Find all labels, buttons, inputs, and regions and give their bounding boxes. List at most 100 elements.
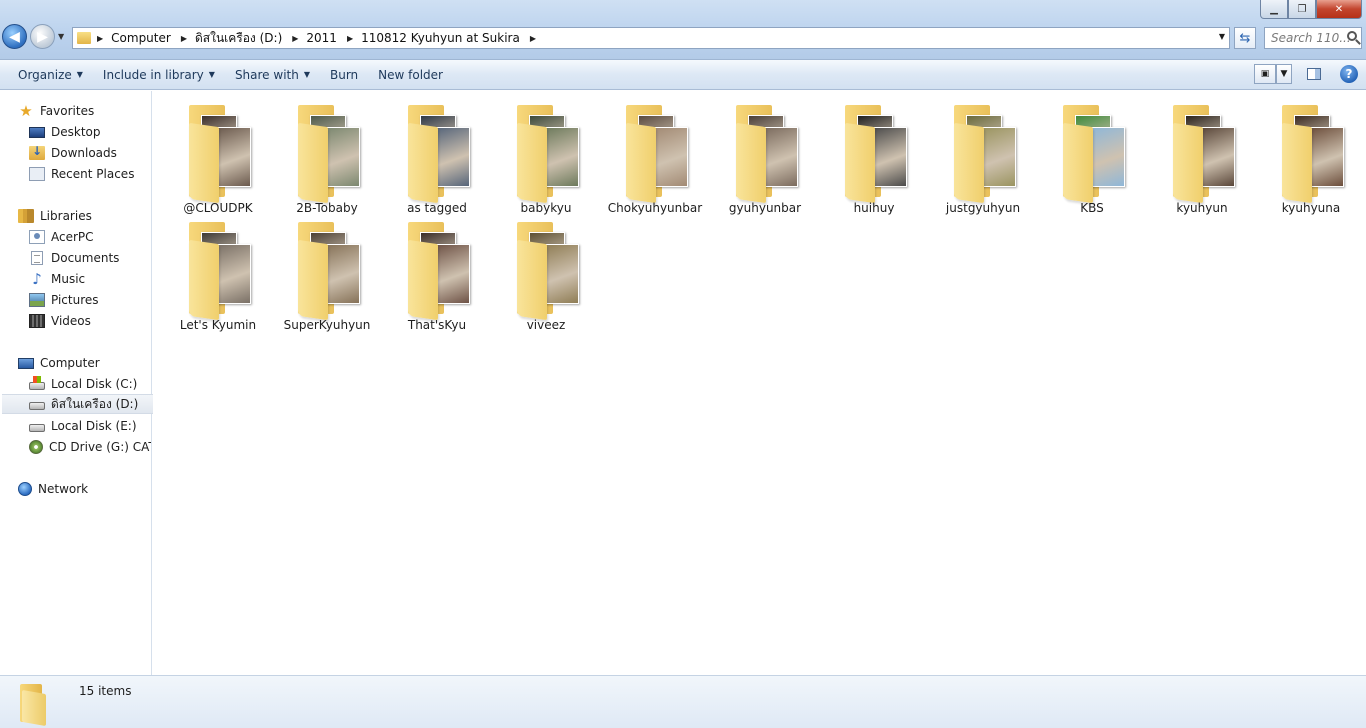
folder-thumbnail-icon <box>845 105 907 204</box>
folder-thumbnail-icon <box>517 222 579 321</box>
folder-thumbnail-icon <box>189 222 251 321</box>
chevron-right-icon[interactable]: ▶ <box>97 34 103 43</box>
close-button[interactable]: ✕ <box>1316 0 1362 19</box>
system-drive-icon <box>29 376 45 390</box>
address-history-dropdown-icon[interactable]: ▼ <box>1219 32 1225 41</box>
folder-item[interactable]: kyuhyun <box>1147 97 1257 215</box>
back-button[interactable]: ◀ <box>2 24 27 49</box>
nav-item-computer[interactable]: Computer <box>18 353 169 373</box>
nav-item-disk-d[interactable]: ดิสในเครือง (D:) <box>2 394 153 414</box>
photo-thumbnail <box>652 127 688 187</box>
folder-item[interactable]: as tagged <box>382 97 492 215</box>
folder-item[interactable]: huihuy <box>819 97 929 215</box>
folder-item[interactable]: gyuhyunbar <box>710 97 820 215</box>
folder-thumbnail-icon <box>954 105 1016 204</box>
nav-item-favorites[interactable]: ★ Favorites <box>18 101 169 121</box>
photo-thumbnail <box>1308 127 1344 187</box>
folder-name: SuperKyuhyun <box>283 318 371 332</box>
folder-name: @CLOUDPK <box>183 201 253 215</box>
nav-label: Desktop <box>51 125 101 139</box>
folder-thumbnail-icon <box>298 105 360 204</box>
chevron-right-icon[interactable]: ▶ <box>181 34 187 43</box>
preview-pane-icon <box>1307 68 1321 80</box>
folder-item[interactable]: viveez <box>491 214 601 332</box>
include-in-library-menu[interactable]: Include in library ▼ <box>93 68 225 82</box>
breadcrumb-computer[interactable]: Computer <box>111 31 171 45</box>
nav-label: Documents <box>51 251 120 265</box>
burn-button[interactable]: Burn <box>320 68 368 82</box>
chevron-down-icon: ▼ <box>208 70 215 79</box>
user-library-icon <box>29 230 45 244</box>
nav-label: Pictures <box>51 293 99 307</box>
folder-item[interactable]: justgyuhyun <box>928 97 1038 215</box>
desktop-icon <box>29 126 45 138</box>
folder-item[interactable]: kyuhyuna <box>1256 97 1366 215</box>
nav-item-network[interactable]: Network <box>18 479 169 499</box>
share-with-menu[interactable]: Share with ▼ <box>225 68 320 82</box>
maximize-button[interactable]: ❐ <box>1288 0 1316 19</box>
photo-thumbnail <box>434 127 470 187</box>
folder-name: babykyu <box>520 201 572 215</box>
breadcrumb: ▶ Computer ▶ ดิสในเครือง (D:) ▶ 2011 ▶ 1… <box>97 29 544 48</box>
chevron-right-icon[interactable]: ▶ <box>347 34 353 43</box>
folder-icon <box>20 684 52 727</box>
search-icon[interactable] <box>1347 31 1357 41</box>
nav-label: AcerPC <box>51 230 94 244</box>
nav-label: Favorites <box>40 104 95 118</box>
folder-item[interactable]: babykyu <box>491 97 601 215</box>
photo-thumbnail <box>543 127 579 187</box>
nav-item-cd-drive[interactable]: CD Drive (G:) CAT ( <box>29 437 151 457</box>
breadcrumb-drive-d[interactable]: ดิสในเครือง (D:) <box>195 29 282 48</box>
folder-item[interactable]: KBS <box>1037 97 1147 215</box>
folder-thumbnail-icon <box>1282 105 1344 204</box>
view-options-dropdown[interactable]: ▼ <box>1276 64 1292 84</box>
folder-item[interactable]: Let's Kyumin <box>163 214 273 332</box>
file-list: @CLOUDPK 2B-Tobaby as tagged babykyu Chokyuh… <box>153 91 1366 675</box>
folder-thumbnail-icon <box>1063 105 1125 204</box>
folder-item[interactable]: SuperKyuhyun <box>272 214 382 332</box>
search-input[interactable]: Search 110... <box>1264 27 1362 49</box>
breadcrumb-current-folder[interactable]: 110812 Kyuhyun at Sukira <box>361 31 520 45</box>
folder-thumbnail-icon <box>408 105 470 204</box>
address-bar[interactable]: ▶ Computer ▶ ดิสในเครือง (D:) ▶ 2011 ▶ 1… <box>72 27 1230 49</box>
folder-name: kyuhyuna <box>1281 201 1341 215</box>
change-view-button[interactable]: ▣ <box>1254 64 1276 84</box>
folder-item[interactable]: @CLOUDPK <box>163 97 273 215</box>
folder-name: justgyuhyun <box>945 201 1021 215</box>
hard-drive-icon <box>29 402 45 410</box>
chevron-down-icon: ▼ <box>1280 69 1288 79</box>
minimize-button[interactable]: ▁ <box>1260 0 1288 19</box>
photo-thumbnail <box>324 127 360 187</box>
forward-button[interactable]: ▶ <box>30 24 55 49</box>
refresh-button[interactable]: ⇆ <box>1234 27 1256 49</box>
photo-thumbnail <box>324 244 360 304</box>
chevron-right-icon[interactable]: ▶ <box>530 34 536 43</box>
folder-name: That'sKyu <box>407 318 467 332</box>
folder-name: viveez <box>526 318 566 332</box>
downloads-icon <box>29 144 45 160</box>
chevron-down-icon: ▼ <box>303 70 310 79</box>
folder-item[interactable]: Chokyuhyunbar <box>600 97 710 215</box>
recent-places-icon <box>29 167 45 181</box>
breadcrumb-2011[interactable]: 2011 <box>306 31 337 45</box>
chevron-right-icon[interactable]: ▶ <box>292 34 298 43</box>
search-placeholder: Search 110... <box>1271 31 1351 45</box>
folder-name: Let's Kyumin <box>179 318 257 332</box>
nav-label: Computer <box>40 356 100 370</box>
folder-name: as tagged <box>407 201 467 215</box>
recent-pages-dropdown-icon[interactable]: ▼ <box>58 32 64 41</box>
network-globe-icon <box>18 482 32 496</box>
folder-item[interactable]: That'sKyu <box>382 214 492 332</box>
nav-label: ดิสในเครือง (D:) <box>51 396 139 411</box>
photo-thumbnail <box>980 127 1016 187</box>
help-icon[interactable]: ? <box>1340 65 1358 83</box>
organize-menu[interactable]: Organize ▼ <box>8 68 93 82</box>
libraries-icon <box>18 209 34 223</box>
nav-label: Videos <box>51 314 91 328</box>
new-folder-button[interactable]: New folder <box>368 68 453 82</box>
folder-item[interactable]: 2B-Tobaby <box>272 97 382 215</box>
folder-thumbnail-icon <box>626 105 688 204</box>
nav-item-libraries[interactable]: Libraries <box>18 206 169 226</box>
photo-thumbnail <box>1199 127 1235 187</box>
preview-pane-button[interactable] <box>1304 68 1324 80</box>
